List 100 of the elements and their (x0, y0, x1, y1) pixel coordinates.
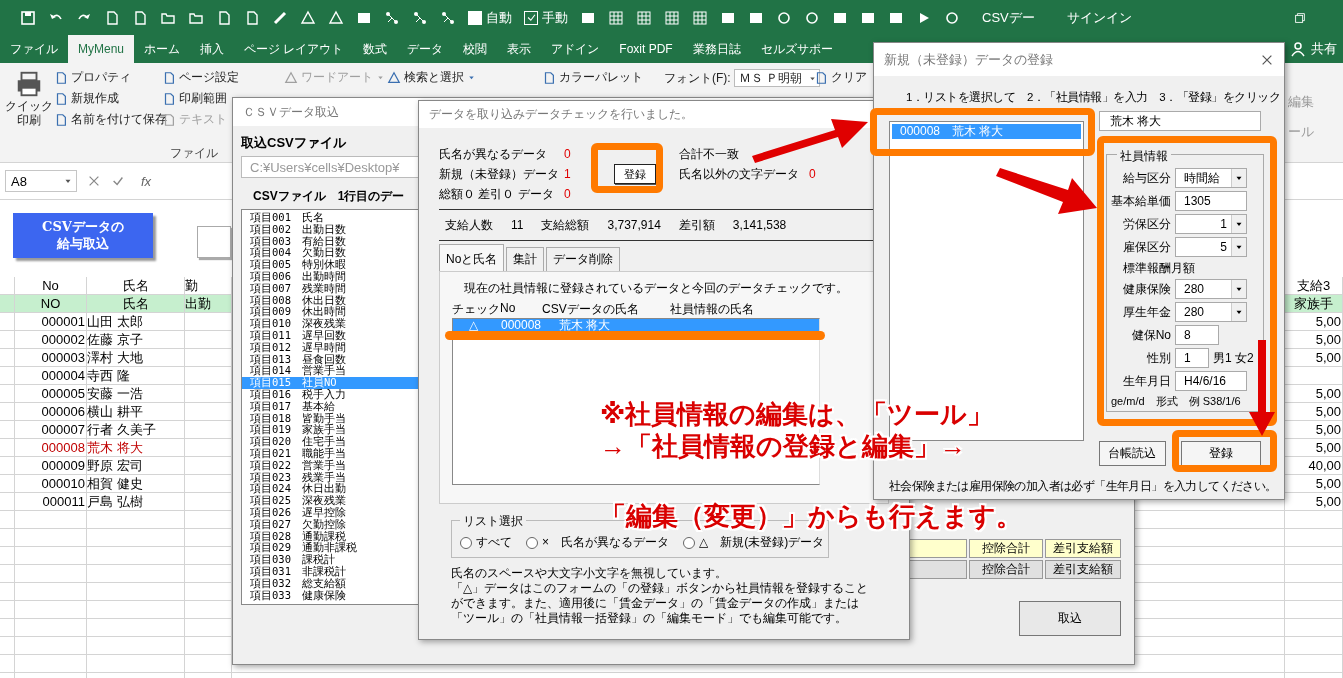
list-item[interactable]: 項目026 遅早控除 (242, 506, 418, 519)
dropdown-field[interactable]: 5 (1175, 237, 1247, 257)
input-field[interactable]: 1 (1175, 348, 1209, 368)
register-button[interactable]: 登録 (1180, 441, 1261, 466)
register-button[interactable]: 登録 (614, 164, 656, 184)
save-icon[interactable] (20, 9, 36, 26)
ribbon-button[interactable]: 新規作成 (54, 90, 119, 107)
ribbon-tab[interactable]: 数式 (353, 35, 398, 63)
list-item[interactable]: 項目025 深夜残業 (242, 495, 418, 507)
name-field[interactable]: 荒木 将大 (1099, 111, 1261, 131)
list-item[interactable]: 項目023 残業手当 (242, 471, 418, 484)
ribbon-tab[interactable]: 挿入 (190, 35, 234, 63)
checkbox[interactable] (524, 10, 538, 25)
document-icon[interactable] (244, 9, 260, 26)
list-item[interactable]: 項目010 深夜残業 (242, 318, 418, 330)
list-item[interactable]: 項目013 昼食回数 (242, 353, 418, 366)
list-item[interactable]: 項目004 欠勤日数 (242, 247, 418, 260)
list-item[interactable]: 項目024 休日出勤 (242, 483, 418, 496)
ribbon-tab[interactable]: ページ レイアウト (234, 35, 354, 63)
list-item[interactable]: 項目019 家族手当 (242, 424, 418, 437)
input-field[interactable]: 8 (1175, 325, 1219, 345)
tab[interactable]: データ削除 (546, 247, 621, 271)
ribbon-tab[interactable]: 校閲 (453, 35, 498, 63)
list-item[interactable]: 項目007 残業時間 (242, 282, 418, 295)
ribbon-tab[interactable]: ホーム (134, 35, 190, 63)
person-icon[interactable] (1291, 41, 1307, 57)
grid-icon[interactable] (636, 9, 652, 26)
name-box[interactable]: A8 (5, 170, 77, 192)
dropdown-field[interactable]: 1 (1175, 214, 1247, 234)
list-item[interactable]: 項目009 休出時間 (242, 306, 418, 319)
document-icon[interactable] (216, 9, 232, 26)
ribbon-button[interactable]: プロパティ (54, 69, 131, 86)
list-item[interactable]: 項目014 営業手当 (242, 365, 418, 378)
radio-option[interactable]: すべて (460, 534, 512, 551)
ribbon-button[interactable]: ページ設定 (162, 69, 239, 86)
quick-print-button[interactable]: クイック印刷 (4, 69, 54, 128)
grid-icon[interactable] (692, 9, 708, 26)
ribbon-button[interactable]: 印刷範囲 (162, 90, 227, 107)
list-item[interactable]: 項目002 出勤日数 (242, 223, 418, 236)
list-item[interactable]: 項目022 営業手当 (242, 459, 418, 472)
checkbox[interactable] (468, 10, 482, 25)
document-icon[interactable] (104, 9, 120, 26)
branch-icon[interactable] (440, 9, 456, 26)
branch-icon[interactable] (412, 9, 428, 26)
ribbon-tab[interactable]: 表示 (497, 35, 542, 63)
triangle-icon[interactable] (300, 9, 316, 26)
sign-in-link[interactable]: サインイン (1066, 8, 1132, 27)
circle-icon[interactable] (944, 9, 960, 26)
list-item[interactable]: 項目020 住宅手当 (242, 436, 418, 448)
grid-icon[interactable] (664, 9, 680, 26)
tab[interactable]: 集計 (506, 247, 545, 271)
dropdown-field[interactable]: 280 (1175, 279, 1247, 299)
input-field[interactable]: H4/6/16 (1175, 371, 1247, 391)
branch-icon[interactable] (384, 9, 400, 26)
list-item[interactable]: 項目011 遅早回数 (242, 329, 418, 342)
list-item[interactable]: 項目017 基本給 (242, 400, 418, 413)
list-item[interactable]: 項目028 通勤課税 (242, 530, 418, 543)
grid-icon[interactable] (608, 9, 624, 26)
dropdown-field[interactable]: 280 (1175, 302, 1247, 322)
list-item[interactable]: 項目005 特別休暇 (242, 259, 418, 271)
document-icon[interactable] (132, 9, 148, 26)
circle-icon[interactable] (776, 9, 792, 26)
tab[interactable]: Noと氏名 (439, 244, 505, 271)
sheet-button[interactable] (197, 226, 231, 258)
list-item[interactable]: 項目001 氏名 (242, 212, 418, 224)
list-item[interactable]: 項目016 税手入力 (242, 388, 418, 401)
ribbon-tab[interactable]: アドイン (541, 35, 610, 63)
ribbon-tab[interactable]: ファイル (0, 35, 68, 63)
list-item[interactable]: 項目031 非課税計 (242, 565, 418, 578)
input-field[interactable]: 1305 (1175, 191, 1247, 211)
import-button[interactable]: CSVデータの給与取込 (13, 213, 153, 258)
radio-option[interactable]: × 氏名が異なるデータ (526, 534, 669, 551)
list-item[interactable]: 項目003 有給日数 (242, 235, 418, 248)
list-item[interactable]: 項目027 欠勤控除 (242, 518, 418, 531)
list-item[interactable]: 項目033 健康保険 (242, 589, 418, 602)
ribbon-tab[interactable]: Foxit PDF (609, 35, 683, 63)
ribbon-button[interactable]: 名前を付けて保存 (54, 111, 167, 128)
dropdown-field[interactable]: 時間給 (1175, 168, 1247, 188)
import-button[interactable]: 取込 (1019, 601, 1121, 636)
check-icon[interactable] (111, 174, 125, 188)
restore-icon[interactable] (1293, 10, 1307, 25)
load-button[interactable]: 台帳読込 (1099, 441, 1166, 466)
close-icon[interactable] (87, 174, 101, 188)
list-item[interactable]: 項目018 皆勤手当 (242, 412, 418, 425)
list-item[interactable]: 項目030 課税計 (242, 554, 418, 566)
font-dropdown[interactable]: ＭＳ Ｐ明朝 (733, 69, 820, 87)
list-item[interactable]: 項目012 遅早時間 (242, 341, 418, 354)
circle-icon[interactable] (804, 9, 820, 26)
ribbon-tab[interactable]: セルズサポー (750, 35, 843, 63)
function-label[interactable]: fx (141, 173, 152, 189)
ribbon-button[interactable]: カラーパレット (542, 69, 643, 86)
brush-icon[interactable] (272, 9, 288, 26)
ribbon-tab[interactable]: 業務日誌 (682, 35, 751, 63)
radio-option[interactable]: △ 新規(未登録)データ (683, 534, 825, 551)
list-item[interactable]: 項目021 職能手当 (242, 447, 418, 460)
list-item[interactable]: 項目032 総支給額 (242, 577, 418, 590)
ribbon-menu[interactable]: 検索と選択 (387, 69, 476, 86)
list-item[interactable]: 項目029 通勤非課税 (242, 542, 418, 555)
triangle-icon[interactable] (328, 9, 344, 26)
list-item[interactable]: 項目006 出勤時間 (242, 271, 418, 283)
